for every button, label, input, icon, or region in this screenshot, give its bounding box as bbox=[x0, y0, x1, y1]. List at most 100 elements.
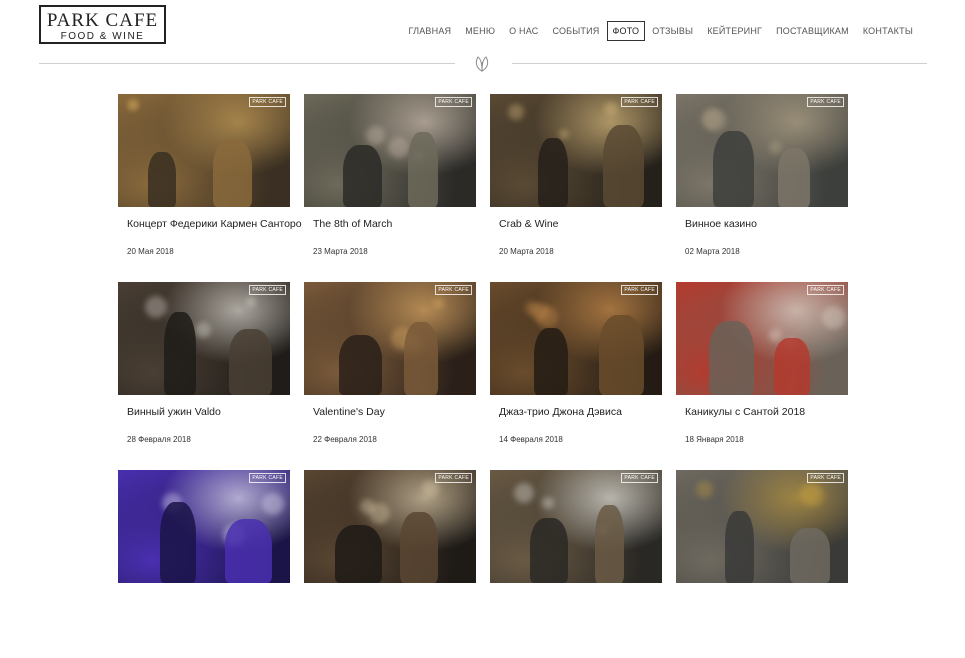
album-card[interactable]: PARK CAFE bbox=[118, 470, 290, 658]
photo-figure bbox=[790, 528, 830, 583]
watermark-badge: PARK CAFE bbox=[249, 473, 286, 483]
album-date: 20 Мая 2018 bbox=[127, 247, 174, 256]
album-date: 02 Марта 2018 bbox=[685, 247, 740, 256]
album-title[interactable]: The 8th of March bbox=[313, 218, 476, 232]
site-logo[interactable]: PARK CAFE FOOD & WINE bbox=[39, 5, 166, 44]
album-card[interactable]: PARK CAFE Джаз-трио Джона Дэвиса 14 Феврал… bbox=[490, 282, 662, 470]
photo-figure bbox=[335, 525, 382, 583]
nav-item-contacts[interactable]: КОНТАКТЫ bbox=[856, 22, 920, 40]
watermark-badge: PARK CAFE bbox=[435, 285, 472, 295]
photo-figure bbox=[229, 329, 272, 395]
album-photo[interactable]: PARK CAFE bbox=[118, 470, 290, 583]
nav-item-suppliers[interactable]: ПОСТАВЩИКАМ bbox=[769, 22, 856, 40]
album-card[interactable]: PARK CAFE Винное казино 02 Марта 2018 bbox=[676, 94, 848, 282]
photo-figure bbox=[599, 315, 644, 395]
album-title[interactable]: Каникулы с Сантой 2018 bbox=[685, 406, 848, 420]
album-photo[interactable]: PARK CAFE bbox=[304, 470, 476, 583]
logo-title: PARK CAFE bbox=[46, 10, 159, 31]
photo-figure bbox=[713, 131, 754, 207]
album-date: 28 Февраля 2018 bbox=[127, 435, 191, 444]
album-date: 22 Февраля 2018 bbox=[313, 435, 377, 444]
photo-light bbox=[768, 329, 782, 343]
photo-figure bbox=[774, 338, 810, 395]
nav-item-photo[interactable]: ФОТО bbox=[606, 21, 646, 41]
album-date: 23 Марта 2018 bbox=[313, 247, 368, 256]
photo-light bbox=[245, 296, 256, 307]
photo-figure bbox=[595, 505, 624, 583]
album-photo[interactable]: PARK CAFE bbox=[490, 94, 662, 207]
album-title[interactable] bbox=[313, 594, 476, 608]
nav-item-reviews[interactable]: ОТЗЫВЫ bbox=[645, 22, 700, 40]
watermark-badge: PARK CAFE bbox=[807, 285, 844, 295]
watermark-badge: PARK CAFE bbox=[621, 285, 658, 295]
photo-figure bbox=[213, 139, 252, 207]
watermark-badge: PARK CAFE bbox=[807, 97, 844, 107]
logo-subtitle: FOOD & WINE bbox=[60, 31, 145, 42]
album-card[interactable]: PARK CAFE Концерт Федерики Кармен Санторо… bbox=[118, 94, 302, 282]
album-card[interactable]: PARK CAFE Valentine's Day 22 Февраля 2018 bbox=[304, 282, 476, 470]
album-card[interactable]: PARK CAFE Каникулы с Сантой 2018 18 Января… bbox=[676, 282, 848, 470]
watermark-badge: PARK CAFE bbox=[621, 473, 658, 483]
photo-figure bbox=[538, 138, 568, 207]
photo-figure bbox=[400, 512, 438, 583]
album-photo[interactable]: PARK CAFE bbox=[304, 94, 476, 207]
album-title[interactable]: Винный ужин Valdo bbox=[127, 406, 290, 420]
album-photo[interactable]: PARK CAFE bbox=[490, 470, 662, 583]
photo-light bbox=[128, 100, 138, 110]
photo-figure bbox=[725, 511, 754, 583]
photo-figure bbox=[404, 322, 438, 395]
photo-light bbox=[433, 297, 444, 309]
album-title[interactable]: Valentine's Day bbox=[313, 406, 476, 420]
album-title[interactable]: Джаз-трио Джона Дэвиса bbox=[499, 406, 662, 420]
photo-figure bbox=[339, 335, 382, 395]
album-title[interactable]: Концерт Федерики Кармен Санторо bbox=[127, 218, 302, 232]
nav-item-home[interactable]: ГЛАВНАЯ bbox=[402, 22, 459, 40]
album-photo[interactable]: PARK CAFE bbox=[304, 282, 476, 395]
album-title[interactable] bbox=[127, 594, 290, 608]
photo-figure bbox=[164, 312, 196, 395]
album-card[interactable]: PARK CAFE Crab & Wine 20 Марта 2018 bbox=[490, 94, 662, 282]
album-card[interactable]: PARK CAFE The 8th of March 23 Марта 2018 bbox=[304, 94, 476, 282]
photo-figure bbox=[343, 145, 382, 207]
photo-light bbox=[262, 493, 285, 516]
album-photo[interactable]: PARK CAFE bbox=[118, 282, 290, 395]
photo-figure bbox=[709, 321, 754, 395]
photo-light bbox=[768, 141, 782, 155]
photo-light bbox=[144, 296, 167, 319]
album-photo[interactable]: PARK CAFE bbox=[490, 282, 662, 395]
watermark-badge: PARK CAFE bbox=[435, 473, 472, 483]
album-date: 20 Марта 2018 bbox=[499, 247, 554, 256]
album-card[interactable]: PARK CAFE bbox=[304, 470, 476, 658]
album-photo[interactable]: PARK CAFE bbox=[676, 94, 848, 207]
photo-light bbox=[603, 101, 618, 116]
photo-light bbox=[508, 104, 525, 121]
photo-figure bbox=[778, 148, 810, 207]
album-title[interactable] bbox=[685, 594, 848, 608]
photo-light bbox=[799, 482, 821, 504]
photo-light bbox=[558, 129, 569, 140]
album-photo[interactable]: PARK CAFE bbox=[676, 282, 848, 395]
photo-light bbox=[536, 306, 559, 329]
watermark-badge: PARK CAFE bbox=[621, 97, 658, 107]
photo-figure bbox=[148, 152, 176, 207]
watermark-badge: PARK CAFE bbox=[435, 97, 472, 107]
album-date: 14 Февраля 2018 bbox=[499, 435, 563, 444]
album-photo[interactable]: PARK CAFE bbox=[676, 470, 848, 583]
photo-light bbox=[821, 305, 845, 329]
photo-light bbox=[388, 137, 410, 159]
album-title[interactable]: Crab & Wine bbox=[499, 218, 662, 232]
photo-light bbox=[365, 125, 385, 145]
nav-item-catering[interactable]: КЕЙТЕРИНГ bbox=[700, 22, 769, 40]
photo-light bbox=[514, 483, 534, 503]
album-card[interactable]: PARK CAFE bbox=[490, 470, 662, 658]
album-title[interactable]: Винное казино bbox=[685, 218, 848, 232]
nav-item-events[interactable]: СОБЫТИЯ bbox=[545, 22, 606, 40]
album-card[interactable]: PARK CAFE Винный ужин Valdo 28 Февраля 201… bbox=[118, 282, 290, 470]
nav-item-about[interactable]: О НАС bbox=[502, 22, 545, 40]
album-title[interactable] bbox=[499, 594, 662, 608]
album-photo[interactable]: PARK CAFE bbox=[118, 94, 290, 207]
nav-item-menu[interactable]: МЕНЮ bbox=[458, 22, 502, 40]
album-card[interactable]: PARK CAFE bbox=[676, 470, 848, 658]
watermark-badge: PARK CAFE bbox=[249, 97, 286, 107]
photo-figure bbox=[225, 519, 272, 583]
